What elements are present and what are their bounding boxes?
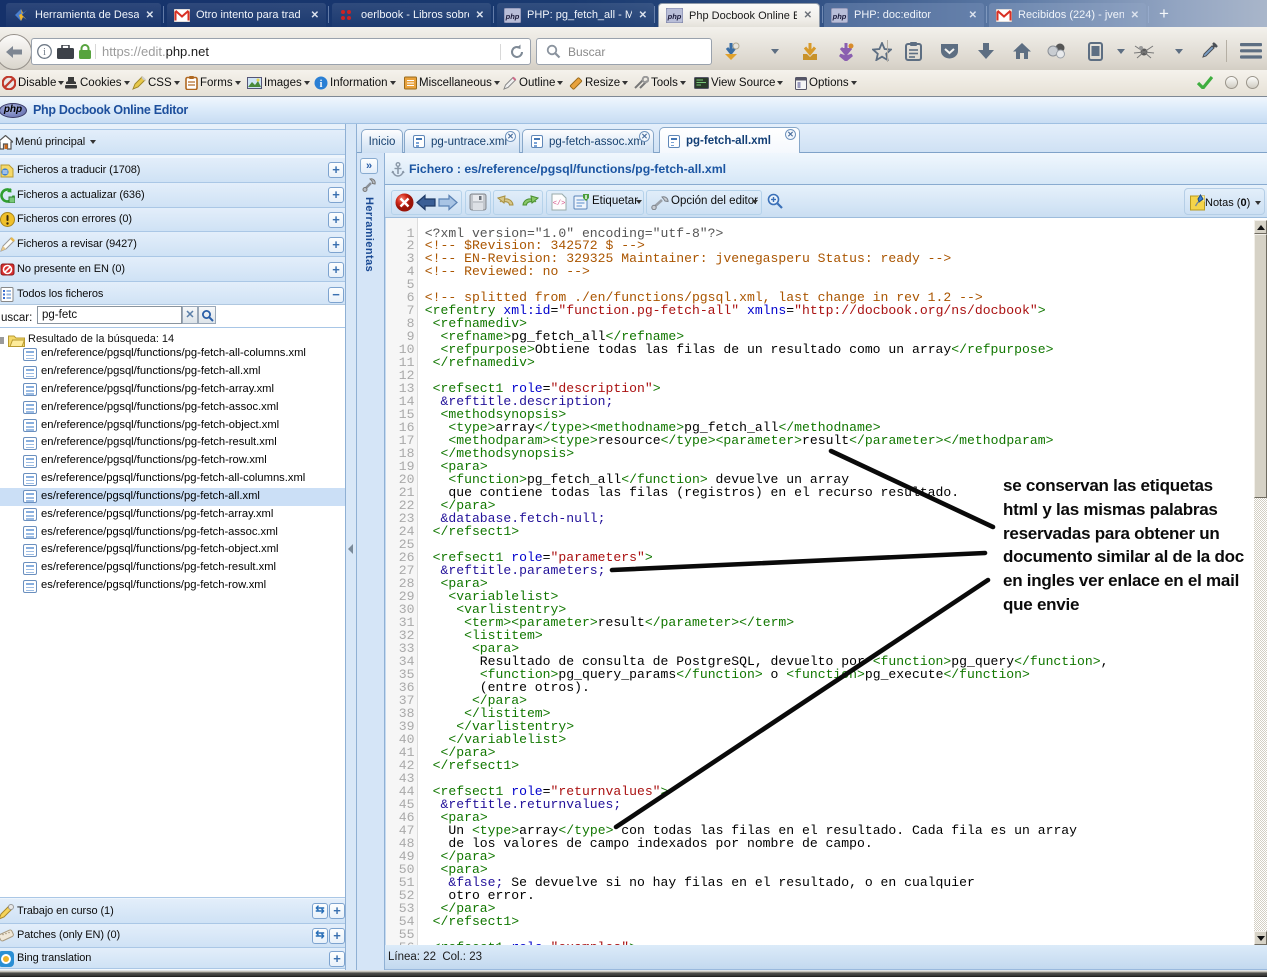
svg-text:i: i [320,79,323,90]
svg-text:php: php [832,12,847,21]
svg-text:php: php [505,12,520,21]
svg-text:php: php [667,12,682,21]
svg-text:</>: </> [553,200,566,208]
svg-text:i: i [43,47,46,58]
